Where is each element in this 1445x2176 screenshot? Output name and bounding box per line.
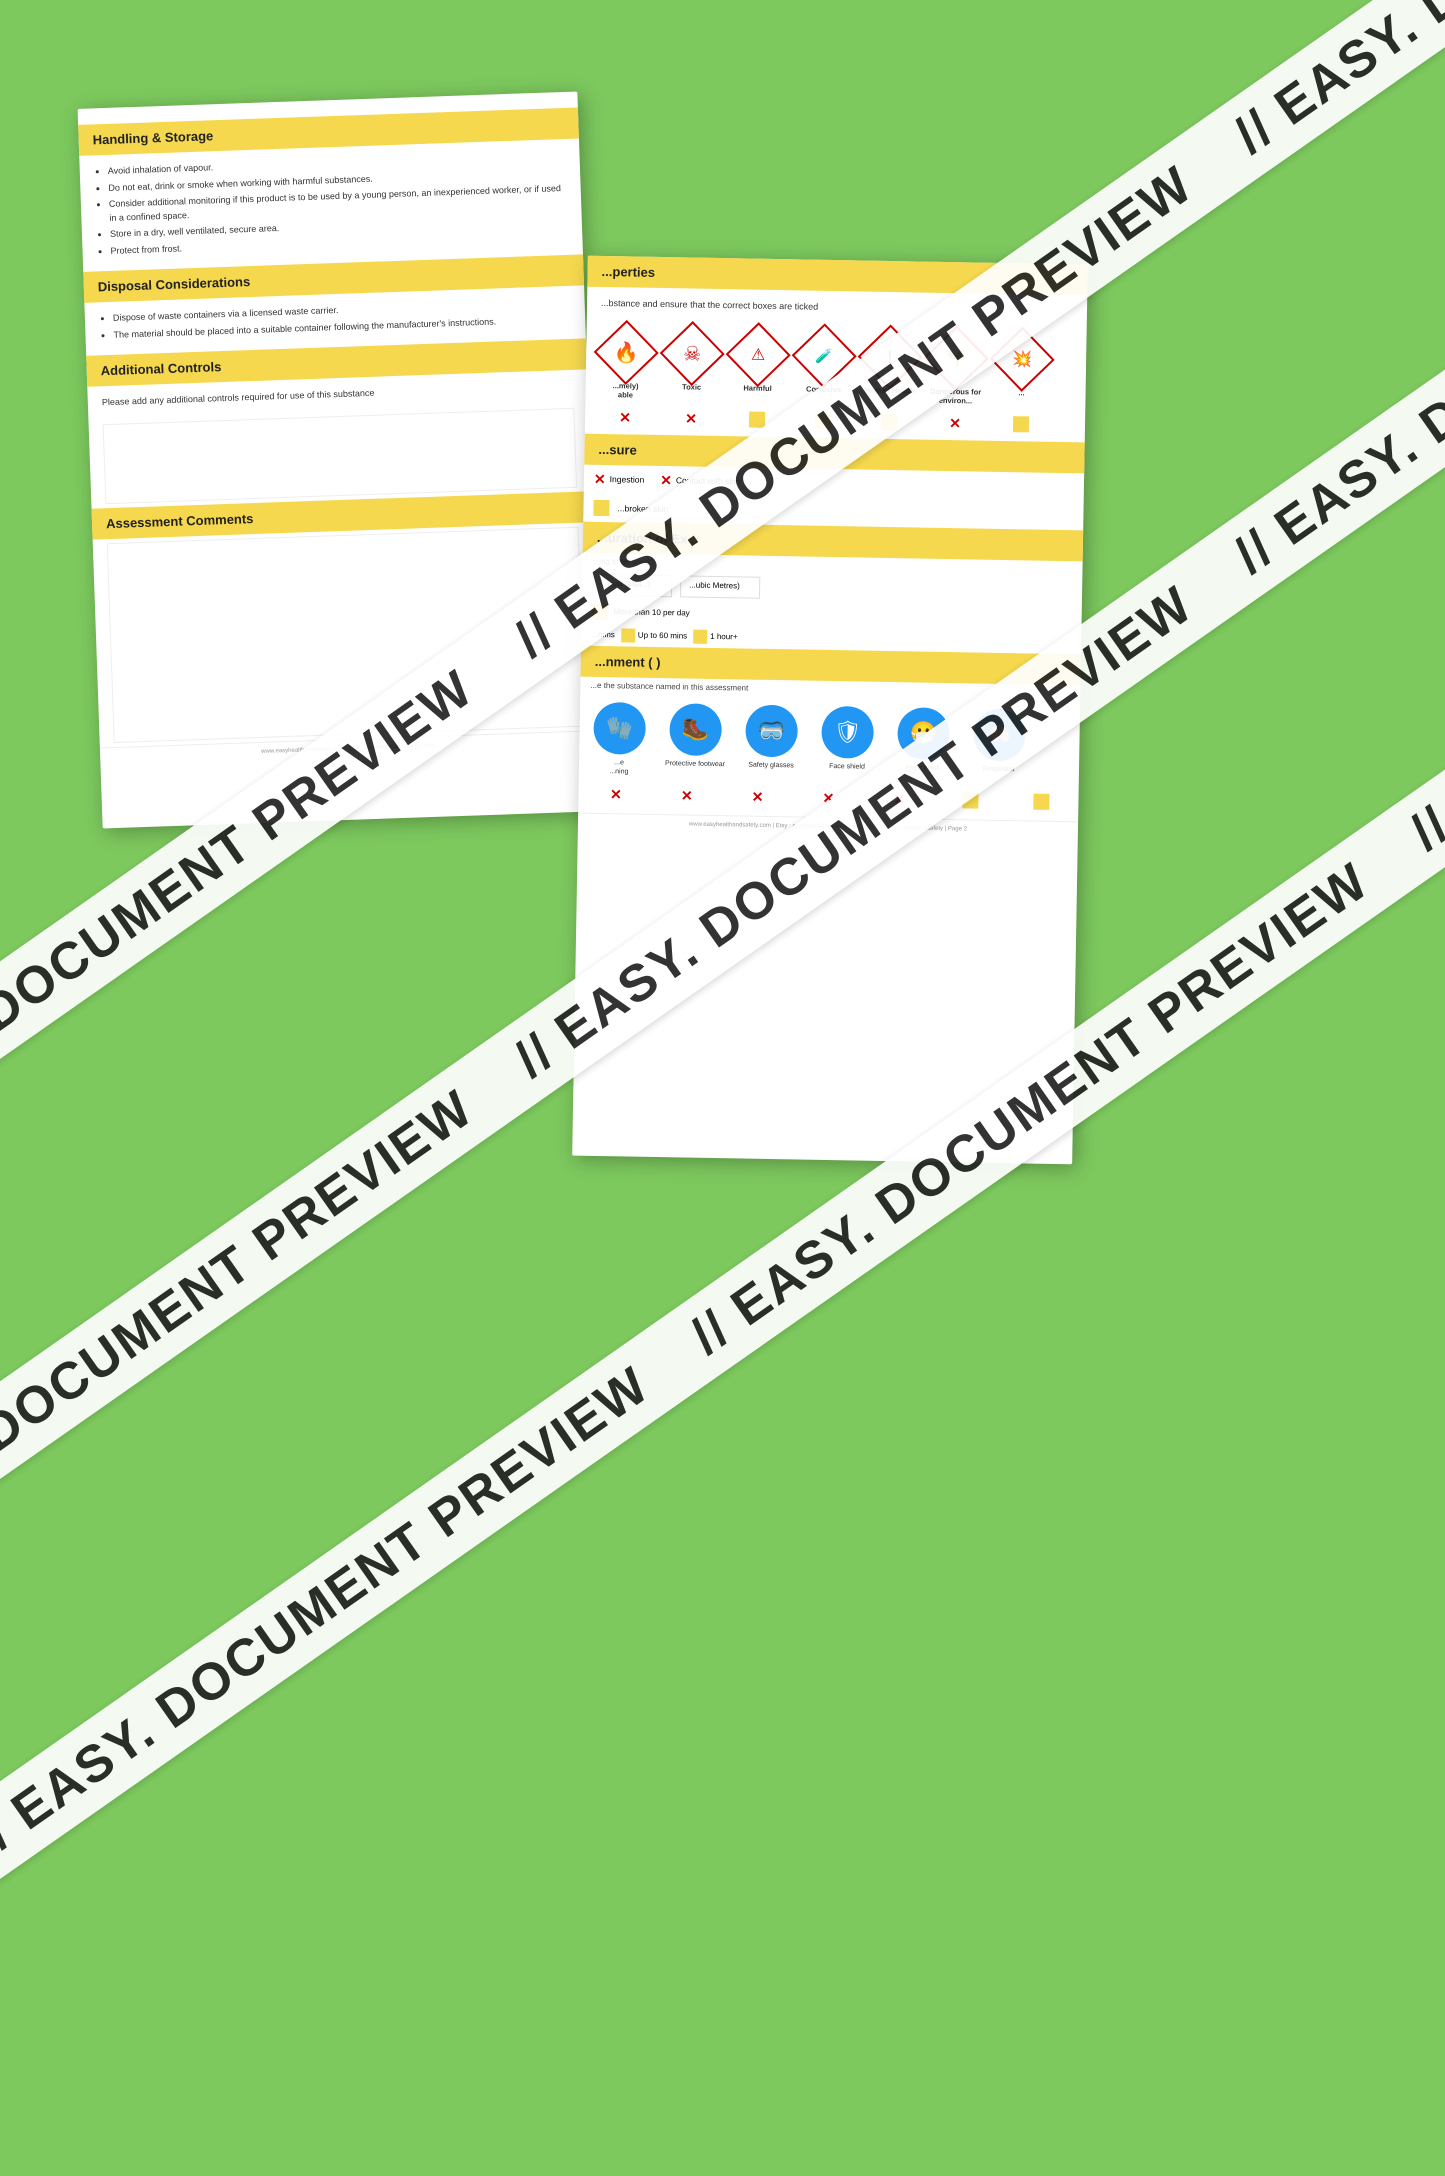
ppe-partial-icon: 🧤 bbox=[593, 701, 646, 754]
ppe-footwear: 🥾 Protective footwear bbox=[661, 703, 730, 769]
freq-label: More than 10 per day bbox=[614, 607, 690, 617]
qty-small: ...mall (Milli...) bbox=[592, 573, 672, 596]
ppe-face-shield-icon: 🛡 bbox=[821, 705, 874, 758]
ghs-flammable-icon: 🔥 bbox=[594, 319, 659, 384]
ghs-corrosive-icon: 🧪 bbox=[792, 323, 857, 388]
ghs-health-icon: ! bbox=[858, 324, 923, 389]
ghs-flammable: 🔥 ...mely)able bbox=[595, 328, 656, 399]
ppe-respirator: 🫁 Respirator bbox=[965, 708, 1034, 774]
ghs-harmful-icon: ⚠ bbox=[726, 322, 791, 387]
page2-footer: www.easyhealthandsafety.com | Etsy : eas… bbox=[578, 812, 1078, 838]
handling-section: Handling & Storage Avoid inhalation of v… bbox=[78, 107, 583, 271]
dur-1h-label: 1 hour+ bbox=[710, 632, 738, 641]
handling-content: Avoid inhalation of vapour. Do not eat, … bbox=[79, 138, 583, 271]
comments-empty-area bbox=[107, 526, 586, 742]
contact-item: ✕ Contact with skin bbox=[660, 472, 740, 490]
ghs-icons-row: 🔥 ...mely)able ☠ Toxic ⚠ Harmful bbox=[585, 320, 1086, 415]
ingestion-item: ✕ Ingestion bbox=[594, 470, 645, 488]
ghs-extra-icon: 💥 bbox=[990, 326, 1055, 391]
dur-60: Up to 60 mins bbox=[621, 628, 688, 643]
qty-large: ...ubic Metres) bbox=[680, 575, 760, 598]
check-face-shield: ✕ bbox=[797, 789, 860, 807]
ingestion-label: Ingestion bbox=[610, 474, 645, 485]
ppe-respirator-icon: 🫁 bbox=[973, 708, 1026, 761]
document-page-2: ...perties ...bstance and ensure that th… bbox=[572, 256, 1088, 1165]
ppe-safety-glasses-icon: 🥽 bbox=[745, 704, 798, 757]
duration-section: ...uration of Ex... ...ing to be used? .… bbox=[581, 521, 1083, 654]
ghs-toxic: ☠ Toxic bbox=[662, 330, 723, 392]
ppe-safety-glasses: 🥽 Safety glasses bbox=[737, 704, 806, 770]
ppe-section: ...nment ( ) ...e the substance named in… bbox=[578, 645, 1081, 817]
main-container: Handling & Storage Avoid inhalation of v… bbox=[0, 0, 1445, 1445]
mins-label: ...mins bbox=[591, 630, 615, 639]
ghs-extra: 💥 ... bbox=[991, 335, 1052, 397]
dur-1h: 1 hour+ bbox=[693, 629, 738, 644]
broken-skin-item: ...broken skin bbox=[593, 499, 668, 516]
broken-skin-label: ...broken skin bbox=[617, 503, 668, 514]
check-extra-ppe bbox=[1009, 793, 1072, 811]
ghs-toxic-icon: ☠ bbox=[660, 321, 725, 386]
ghs-corrosive: 🧪 Corrosive bbox=[794, 332, 855, 394]
ppe-icons-row: 🧤 ...e...ning 🥾 Protective footwear 🥽 Sa… bbox=[579, 693, 1080, 792]
check-harmful bbox=[727, 411, 787, 429]
ghs-harmful: ⚠ Harmful bbox=[728, 331, 789, 393]
check-toxic: ✕ bbox=[661, 410, 721, 428]
properties-section: ...perties ...bstance and ensure that th… bbox=[585, 256, 1088, 442]
document-page-1: Handling & Storage Avoid inhalation of v… bbox=[78, 91, 603, 828]
ppe-face-mask: 😷 Face mask bbox=[889, 707, 958, 773]
dur-60-label: Up to 60 mins bbox=[638, 631, 688, 641]
exposure-section: ...sure ✕ Ingestion ✕ Contact with skin … bbox=[583, 433, 1084, 530]
comments-section: Assessment Comments bbox=[92, 491, 600, 743]
ppe-face-shield: 🛡 Face shield bbox=[813, 705, 882, 771]
ppe-footwear-icon: 🥾 bbox=[669, 703, 722, 756]
ppe-face-mask-icon: 😷 bbox=[897, 707, 950, 760]
additional-empty-area bbox=[103, 407, 578, 503]
ghs-environment: 🌱 Dangerous for environ... bbox=[925, 334, 986, 405]
check-face-mask: ✕ bbox=[868, 790, 931, 808]
check-respirator bbox=[939, 792, 1002, 810]
check-extra bbox=[991, 415, 1051, 433]
ppe-partial-item: 🧤 ...e...ning bbox=[585, 701, 654, 776]
contact-label: Contact with skin bbox=[676, 475, 740, 486]
additional-text: Please add any additional controls requi… bbox=[102, 388, 375, 408]
check-ppe-partial: ✕ bbox=[584, 785, 647, 803]
check-health bbox=[859, 413, 919, 431]
check-footwear: ✕ bbox=[655, 787, 718, 805]
check-environment: ✕ bbox=[925, 414, 985, 432]
additional-section: Additional Controls Please add any addit… bbox=[86, 338, 591, 504]
check-flammable: ✕ bbox=[595, 408, 655, 426]
check-safety-glasses: ✕ bbox=[726, 788, 789, 806]
ghs-environment-icon: 🌱 bbox=[924, 325, 989, 390]
ghs-health: ! Human Health bbox=[860, 333, 921, 395]
check-corrosive bbox=[793, 412, 853, 430]
